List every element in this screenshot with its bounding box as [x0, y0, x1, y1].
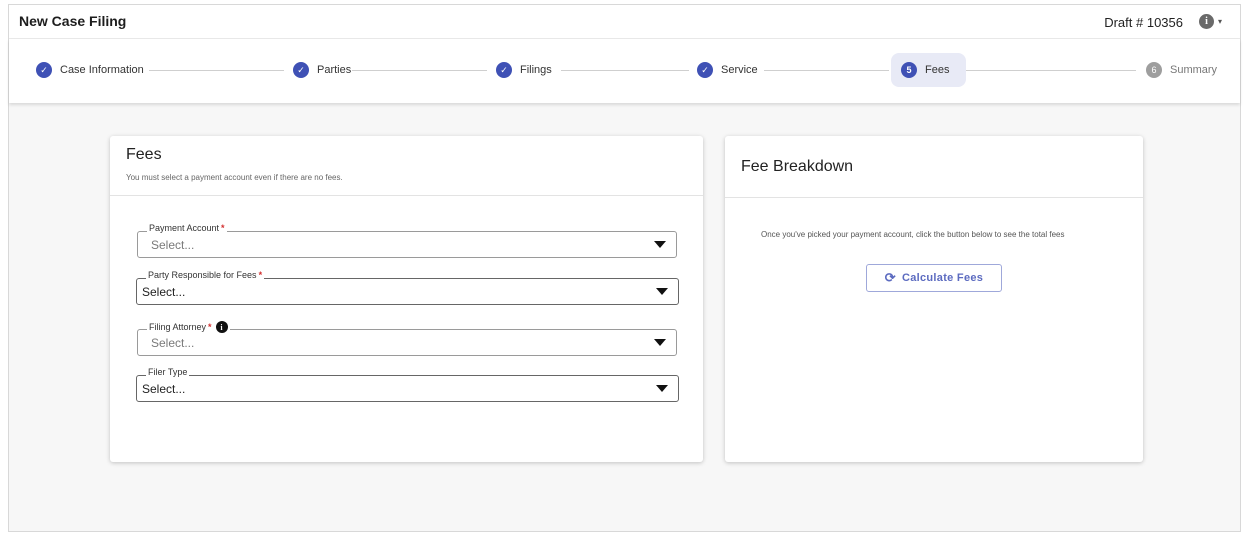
step-filings[interactable]: ✓ Filings: [490, 53, 558, 87]
check-circle-icon: ✓: [293, 62, 309, 78]
step-label: Case Information: [60, 64, 144, 76]
info-menu-button[interactable]: i ▾: [1198, 14, 1222, 29]
select-value: Select...: [151, 335, 195, 350]
chevron-down-icon: ▾: [1217, 17, 1222, 26]
payment-account-field: Payment Account * Select...: [137, 223, 677, 258]
filer-type-field: Filer Type Select...: [136, 367, 679, 402]
step-number-badge: 5: [901, 62, 917, 78]
party-responsible-select[interactable]: Select...: [136, 278, 679, 305]
step-connector: [966, 70, 1136, 71]
select-value: Select...: [151, 237, 195, 252]
fee-breakdown-header: Fee Breakdown: [725, 136, 1143, 198]
draft-number: Draft # 10356: [1104, 15, 1183, 30]
select-value: Select...: [142, 284, 186, 299]
required-marker: *: [221, 223, 225, 233]
step-connector: [149, 70, 284, 71]
step-label: Service: [721, 64, 758, 76]
payment-account-select[interactable]: Select...: [137, 231, 677, 258]
select-value: Select...: [142, 381, 186, 396]
dropdown-arrow-icon: [654, 339, 666, 346]
step-summary[interactable]: 6 Summary: [1140, 53, 1223, 87]
step-parties[interactable]: ✓ Parties: [287, 53, 357, 87]
fee-breakdown-description: Once you've picked your payment account,…: [761, 230, 1065, 239]
button-label: Calculate Fees: [901, 272, 984, 284]
step-label: Filings: [520, 64, 552, 76]
step-connector: [561, 70, 689, 71]
check-circle-icon: ✓: [697, 62, 713, 78]
fees-card-title: Fees: [126, 146, 162, 163]
check-circle-icon: ✓: [496, 62, 512, 78]
refresh-icon: ⟳: [884, 270, 896, 285]
fee-breakdown-card: Fee Breakdown Once you've picked your pa…: [725, 136, 1143, 462]
info-icon: i: [1198, 14, 1214, 29]
field-label-text: Filer Type: [148, 367, 188, 377]
required-marker: *: [258, 270, 263, 280]
field-label-text: Filing Attorney: [149, 322, 207, 332]
step-label: Summary: [1170, 64, 1218, 76]
step-label: Fees: [925, 64, 950, 76]
field-label-text: Party Responsible for Fees: [148, 270, 257, 280]
required-marker: *: [208, 322, 212, 332]
filing-attorney-field: Filing Attorney * i Select...: [137, 321, 677, 356]
dropdown-arrow-icon: [656, 385, 668, 392]
dropdown-arrow-icon: [654, 241, 666, 248]
fee-breakdown-title: Fee Breakdown: [741, 158, 854, 175]
field-label: Filer Type: [146, 367, 190, 377]
step-connector: [764, 70, 889, 71]
step-case-information[interactable]: ✓ Case Information: [30, 53, 150, 87]
page-title: New Case Filing: [19, 13, 127, 29]
filer-type-select[interactable]: Select...: [136, 375, 679, 402]
step-fees[interactable]: 5 Fees: [891, 53, 966, 87]
field-label: Party Responsible for Fees *: [146, 270, 265, 280]
check-circle-icon: ✓: [36, 62, 52, 78]
field-label-text: Payment Account: [149, 223, 220, 233]
app-window: New Case Filing Draft # 10356 i ▾ ✓ Case…: [8, 4, 1241, 532]
fees-card-subtitle: You must select a payment account even i…: [126, 173, 343, 182]
step-service[interactable]: ✓ Service: [691, 53, 764, 87]
fees-card-header: Fees You must select a payment account e…: [110, 136, 703, 196]
step-number-badge: 6: [1146, 62, 1162, 78]
info-icon[interactable]: i: [215, 321, 228, 333]
dropdown-arrow-icon: [656, 288, 668, 295]
filing-attorney-select[interactable]: Select...: [137, 329, 677, 356]
top-bar: New Case Filing Draft # 10356 i ▾: [9, 5, 1240, 39]
field-label: Payment Account *: [147, 223, 227, 233]
progress-stepper: ✓ Case Information ✓ Parties ✓ Filings ✓…: [9, 39, 1240, 103]
calculate-fees-button[interactable]: ⟳ Calculate Fees: [866, 264, 1002, 292]
step-label: Parties: [317, 64, 352, 76]
party-responsible-field: Party Responsible for Fees * Select...: [136, 270, 679, 305]
field-label: Filing Attorney * i: [147, 321, 230, 333]
fees-card: Fees You must select a payment account e…: [110, 136, 703, 462]
step-connector: [352, 70, 487, 71]
